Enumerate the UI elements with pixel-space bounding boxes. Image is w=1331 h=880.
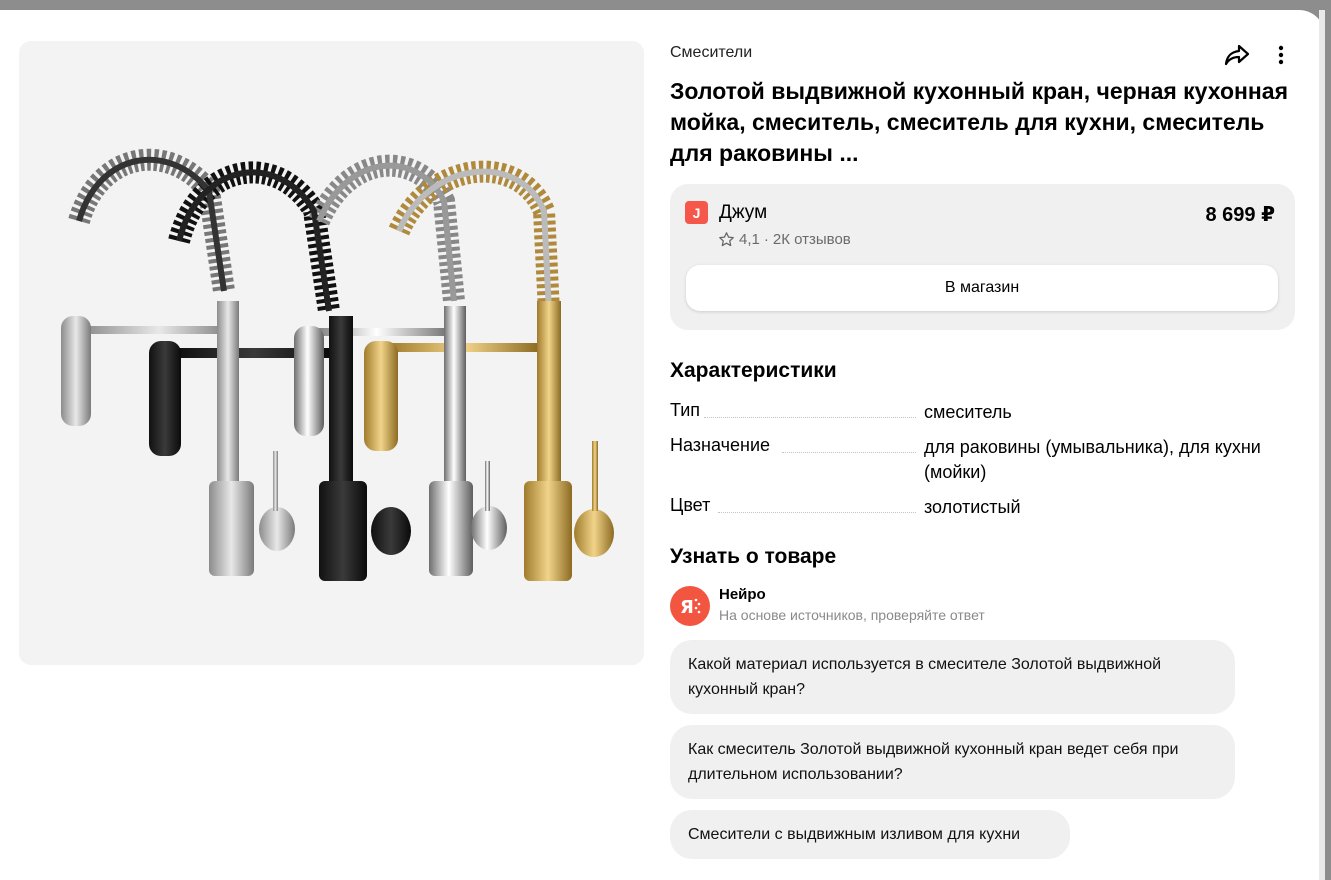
spec-value: для раковины (умывальника), для кухни (м…: [924, 437, 1261, 482]
share-button[interactable]: [1221, 40, 1253, 70]
spec-key: Тип: [670, 400, 703, 421]
spec-row: Тип смеситель: [670, 398, 1295, 433]
shop-rating[interactable]: 4,1 · 2К отзывов: [718, 231, 851, 248]
offer-price: 8 699 ₽: [1205, 204, 1275, 226]
spec-leader-dots: [704, 417, 916, 418]
spec-row: Назначение для раковины (умывальника), д…: [670, 433, 1295, 493]
offer-card: J Джум 8 699 ₽ 4,1 · 2К отзывов В магази…: [670, 184, 1295, 330]
specs-list: Тип смеситель Назначение для раковины (у…: [670, 398, 1295, 528]
spec-key: Назначение: [670, 435, 773, 456]
faucet-photo: [61, 148, 614, 581]
more-options-button[interactable]: [1268, 40, 1294, 70]
assistant-name: Нейро: [719, 586, 766, 603]
product-page: Смесители Золотой выдвижной кухонный кра…: [0, 10, 1325, 880]
shop-name[interactable]: Джум: [719, 202, 767, 224]
learn-title: Узнать о товаре: [670, 545, 837, 568]
specs-title: Характеристики: [670, 359, 837, 382]
shop-logo-icon: J: [685, 201, 708, 224]
suggested-question[interactable]: Какой материал используется в смесителе …: [670, 640, 1235, 714]
go-to-shop-button[interactable]: В магазин: [686, 265, 1278, 311]
spec-leader-dots: [782, 452, 916, 453]
spec-value: смеситель: [924, 402, 1012, 422]
page-edge: [1319, 10, 1325, 880]
product-category[interactable]: Смесители: [670, 44, 752, 62]
spec-value: золотистый: [924, 497, 1021, 517]
neuro-glyph-icon: Я: [680, 597, 701, 618]
vertical-dots-icon: [1278, 45, 1284, 65]
reviews-count: 2К отзывов: [772, 231, 851, 248]
assistant-note: На основе источников, проверяйте ответ: [719, 607, 985, 623]
spec-key: Цвет: [670, 495, 713, 516]
rating-value: 4,1: [739, 231, 760, 248]
neuro-logo-icon: Я: [670, 586, 710, 626]
rating-separator: ·: [763, 231, 769, 248]
suggested-question[interactable]: Как смеситель Золотой выдвижной кухонный…: [670, 725, 1235, 799]
spec-leader-dots: [718, 512, 916, 513]
share-arrow-icon: [1224, 44, 1250, 66]
spec-row: Цвет золотистый: [670, 493, 1295, 528]
star-outline-icon: [719, 232, 734, 247]
product-image[interactable]: [19, 41, 644, 665]
suggested-question[interactable]: Смесители с выдвижным изливом для кухни: [670, 810, 1070, 859]
product-title: Золотой выдвижной кухонный кран, черная …: [670, 78, 1289, 166]
svg-text:Я: Я: [680, 597, 694, 618]
